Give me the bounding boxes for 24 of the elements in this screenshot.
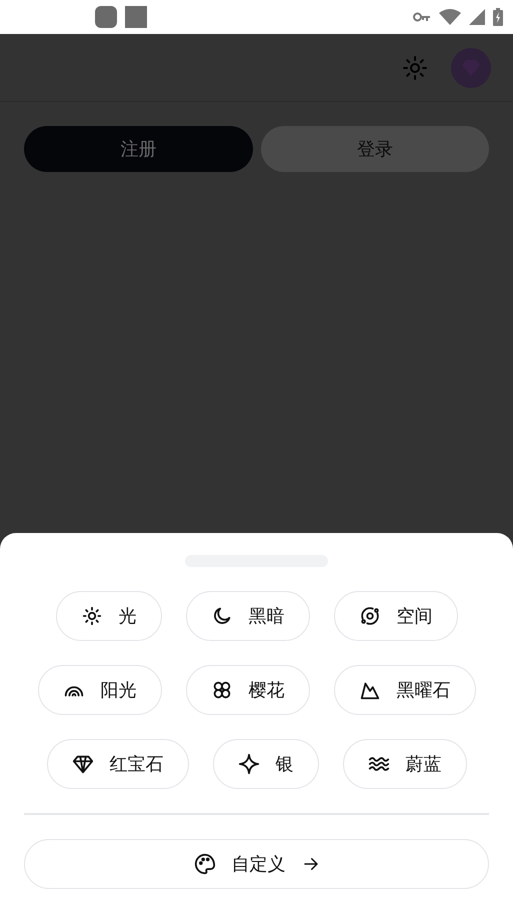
key-icon — [413, 12, 431, 22]
notification-icon — [125, 6, 147, 28]
sparkle-icon — [238, 753, 260, 775]
orbit-icon — [358, 605, 380, 627]
theme-chip[interactable]: 银 — [212, 739, 318, 789]
signal-icon — [469, 9, 485, 25]
theme-chip[interactable]: 空间 — [334, 591, 458, 641]
battery-icon — [493, 8, 503, 26]
notification-icon — [95, 6, 117, 28]
theme-chip[interactable]: 红宝石 — [46, 739, 188, 789]
theme-chip[interactable]: 樱花 — [186, 665, 310, 715]
gem-icon — [72, 753, 94, 775]
sun-icon — [80, 605, 102, 627]
sun-icon[interactable] — [403, 56, 427, 80]
theme-chip[interactable]: 黑暗 — [186, 591, 310, 641]
arrow-right-icon — [302, 855, 320, 873]
theme-chip[interactable]: 黑曜石 — [334, 665, 476, 715]
palette-icon — [194, 853, 216, 875]
theme-chip[interactable]: 蔚蓝 — [342, 739, 466, 789]
tab[interactable]: 注册 — [24, 126, 252, 172]
theme-chip[interactable]: 阳光 — [38, 665, 162, 715]
custom-theme-button[interactable]: 自定义 — [24, 839, 489, 889]
theme-chip[interactable]: 光 — [56, 591, 162, 641]
wifi-icon — [439, 9, 461, 25]
